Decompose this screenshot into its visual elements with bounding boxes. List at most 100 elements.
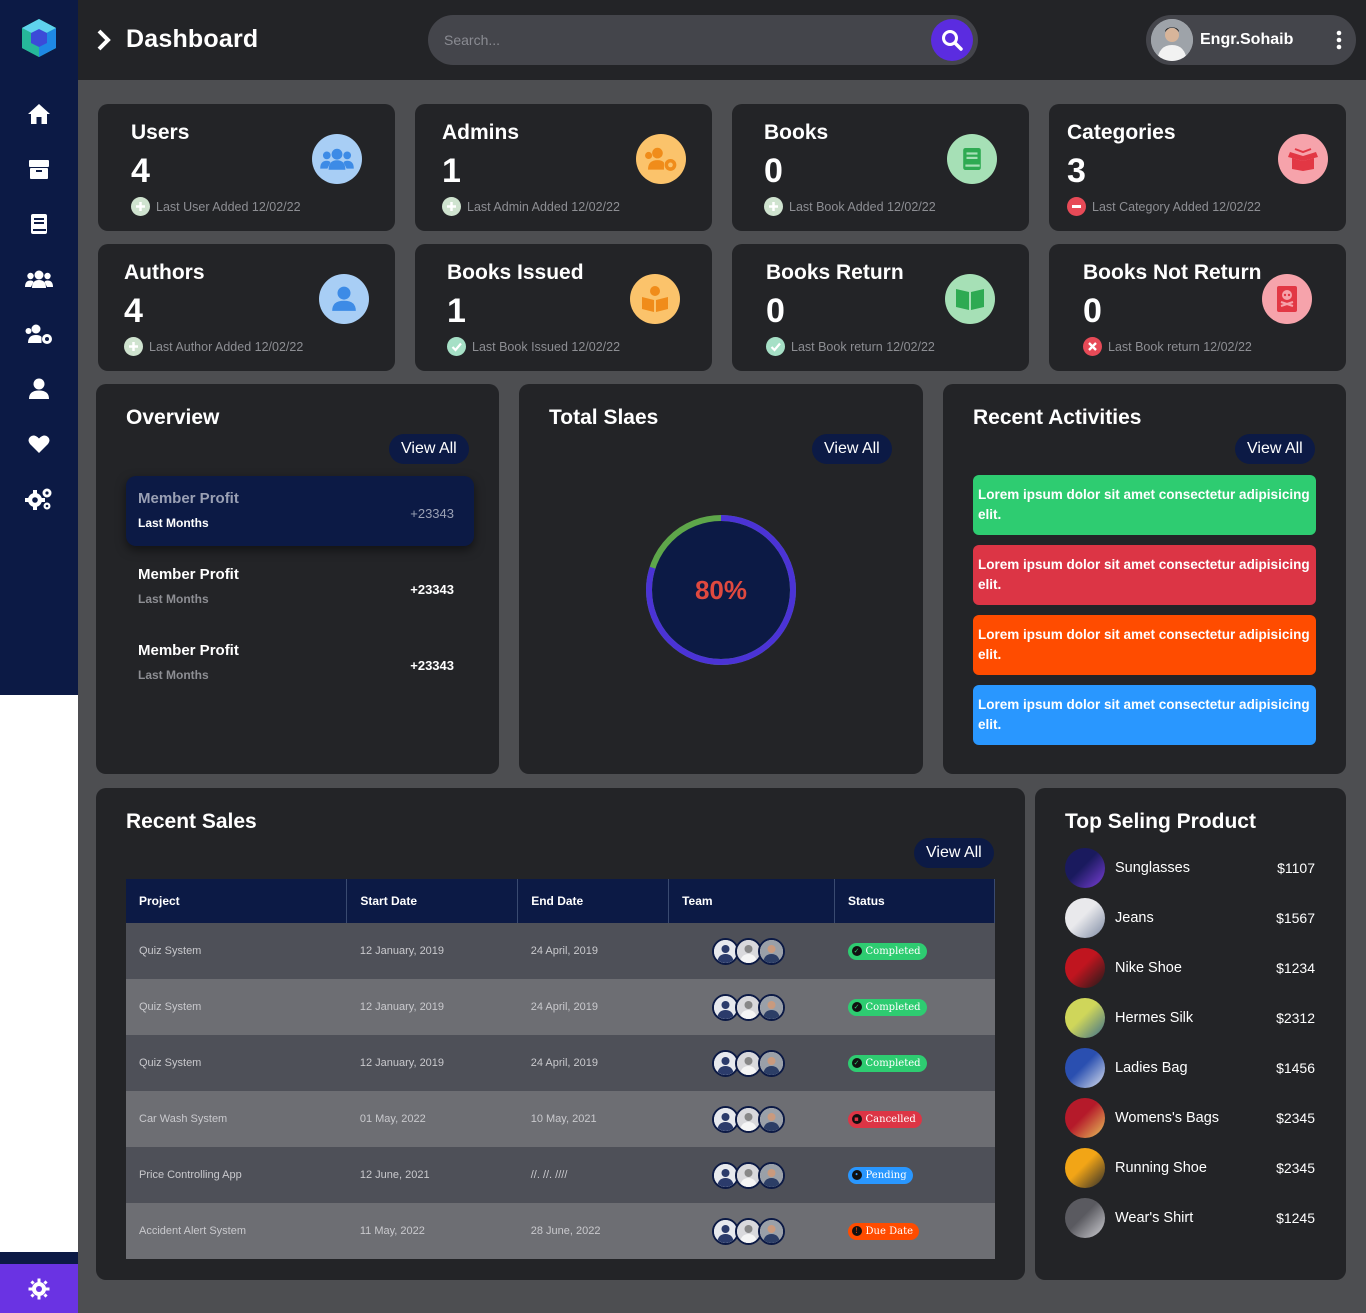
table-row[interactable]: Accident Alert System 11 May, 2022 28 June…	[126, 1203, 995, 1259]
overview-view-all-button[interactable]: View All	[389, 434, 469, 464]
sidebar-item-settings[interactable]	[24, 484, 54, 514]
column-header[interactable]: End Date	[517, 879, 670, 923]
settings-button[interactable]	[0, 1264, 78, 1313]
product-item[interactable]: Running Shoe $2345	[1065, 1148, 1315, 1188]
stat-footer-text: Last User Added 12/02/22	[156, 199, 301, 214]
stat-card-admins[interactable]: Admins 1 Last Admin Added 12/02/22	[415, 104, 712, 231]
stat-card-categories[interactable]: Categories 3 Last Category Added 12/02/2…	[1049, 104, 1346, 231]
product-image	[1065, 848, 1105, 888]
product-item[interactable]: Wear's Shirt $1245	[1065, 1198, 1315, 1238]
column-header[interactable]: Project	[126, 879, 348, 923]
column-header[interactable]: Start Date	[346, 879, 519, 923]
status-cell: ! Due Date	[834, 1203, 995, 1259]
product-item[interactable]: Ladies Bag $1456	[1065, 1048, 1315, 1088]
sidebar-blank	[0, 695, 78, 1252]
cogs-icon	[25, 488, 52, 510]
product-item[interactable]: Hermes Silk $2312	[1065, 998, 1315, 1038]
product-item[interactable]: Sunglasses $1107	[1065, 848, 1315, 888]
activities-title: Recent Activities	[973, 406, 1142, 429]
product-price: $1107	[1277, 860, 1315, 876]
sidebar-item-home[interactable]	[24, 99, 54, 129]
table-row[interactable]: Quiz System 12 January, 2019 24 April, 201…	[126, 923, 995, 979]
user-menu[interactable]: Engr.Sohaib	[1146, 15, 1356, 65]
sidebar-item-box[interactable]	[24, 154, 54, 184]
stat-value: 0	[1083, 292, 1102, 330]
sidebar-footer	[0, 1252, 78, 1313]
stat-title: Books	[764, 121, 829, 144]
avatar[interactable]	[1151, 19, 1193, 61]
total-sales-view-all-button[interactable]: View All	[812, 434, 892, 464]
box-icon	[29, 160, 49, 179]
stat-card-books-return[interactable]: Books Return 0 Last Book return 12/02/22	[732, 244, 1029, 371]
activities-view-all-button[interactable]: View All	[1235, 434, 1315, 464]
table-row[interactable]: Price Controlling App 12 June, 2021//. //…	[126, 1147, 995, 1203]
stat-card-books-not-return[interactable]: Books Not Return 0 Last Book return 12/0…	[1049, 244, 1346, 371]
product-price: $1245	[1276, 1210, 1315, 1226]
activity-item[interactable]: Lorem ipsum dolor sit amet consectetur a…	[973, 615, 1316, 675]
sidebar-item-users[interactable]	[24, 264, 54, 294]
status-icon: ✓	[851, 946, 862, 956]
status-text: Due Date	[865, 1225, 914, 1237]
activity-item[interactable]: Lorem ipsum dolor sit amet consectetur a…	[973, 685, 1316, 745]
sidebar-item-profile[interactable]	[24, 374, 54, 404]
recent-activities-panel: Recent Activities View All Lorem ipsum d…	[943, 384, 1346, 774]
profit-item[interactable]: Member Profit Last Months +23343	[126, 476, 474, 546]
project-cell: Accident Alert System	[126, 1203, 347, 1259]
logo-icon[interactable]	[19, 17, 59, 59]
product-name: Wear's Shirt	[1115, 1210, 1194, 1226]
recent-sales-view-all-button[interactable]: View All	[914, 838, 994, 868]
stat-card-users[interactable]: Users 4 Last User Added 12/02/22	[98, 104, 395, 231]
sidebar-item-books[interactable]	[24, 209, 54, 239]
product-image	[1065, 948, 1105, 988]
avatar[interactable]	[757, 993, 785, 1021]
product-image	[1065, 1198, 1105, 1238]
status-badge: ✓ Completed	[847, 942, 927, 960]
book-icon	[947, 134, 997, 184]
product-item[interactable]: Jeans $1567	[1065, 898, 1315, 938]
stat-value: 1	[447, 292, 466, 330]
product-item[interactable]: Nike Shoe $1234	[1065, 948, 1315, 988]
check-circle-icon	[766, 337, 785, 356]
avatar[interactable]	[757, 1049, 785, 1077]
table-row[interactable]: Quiz System 12 January, 2019 24 April, 201…	[126, 979, 995, 1035]
avatar[interactable]	[757, 937, 785, 965]
table-row[interactable]: Car Wash System 01 May, 2022 10 May, 2021 ▪…	[126, 1091, 995, 1147]
team-cell	[668, 923, 835, 979]
stat-value: 4	[124, 292, 143, 330]
team-cell	[668, 1091, 835, 1147]
avatar[interactable]	[757, 1105, 785, 1133]
profit-item[interactable]: Member Profit Last Months +23343	[126, 628, 474, 698]
avatar[interactable]	[757, 1217, 785, 1245]
search-button[interactable]	[931, 19, 973, 61]
stat-value: 4	[131, 152, 150, 190]
activity-item[interactable]: Lorem ipsum dolor sit amet consectetur a…	[973, 545, 1316, 605]
home-icon	[28, 104, 50, 124]
stat-card-authors[interactable]: Authors 4 Last Author Added 12/02/22	[98, 244, 395, 371]
more-vertical-icon[interactable]	[1336, 30, 1342, 50]
product-price: $2345	[1276, 1110, 1315, 1126]
product-item[interactable]: Womens's Bags $2345	[1065, 1098, 1315, 1138]
table-row[interactable]: Quiz System 12 January, 2019 24 April, 201…	[126, 1035, 995, 1091]
user-icon	[319, 274, 369, 324]
total-sales-title: Total Slaes	[549, 406, 659, 429]
status-text: Completed	[865, 1001, 921, 1013]
activity-item[interactable]: Lorem ipsum dolor sit amet consectetur a…	[973, 475, 1316, 535]
column-header[interactable]: Team	[668, 879, 836, 923]
sidebar-item-admins[interactable]	[24, 319, 54, 349]
avatar[interactable]	[757, 1161, 785, 1189]
stat-footer: Last Book return 12/02/22	[1083, 337, 1252, 356]
product-name: Hermes Silk	[1115, 1010, 1194, 1026]
profit-item[interactable]: Member Profit Last Months +23343	[126, 552, 474, 622]
profit-value: +23343	[410, 582, 454, 597]
stat-card-books[interactable]: Books 0 Last Book Added 12/02/22	[732, 104, 1029, 231]
search-input[interactable]	[444, 15, 924, 65]
recent-sales-panel: Recent Sales View All Project Start Date…	[96, 788, 1025, 1280]
chevron-right-icon[interactable]	[96, 28, 112, 52]
settings-icon	[28, 1278, 50, 1299]
stat-footer-text: Last Category Added 12/02/22	[1092, 199, 1261, 214]
sidebar-item-favorites[interactable]	[24, 429, 54, 459]
project-cell: Quiz System	[126, 923, 347, 979]
stat-card-books-issued[interactable]: Books Issued 1 Last Book Issued 12/02/22	[415, 244, 712, 371]
sales-gauge: 80%	[646, 515, 796, 665]
column-header[interactable]: Status	[834, 879, 995, 923]
